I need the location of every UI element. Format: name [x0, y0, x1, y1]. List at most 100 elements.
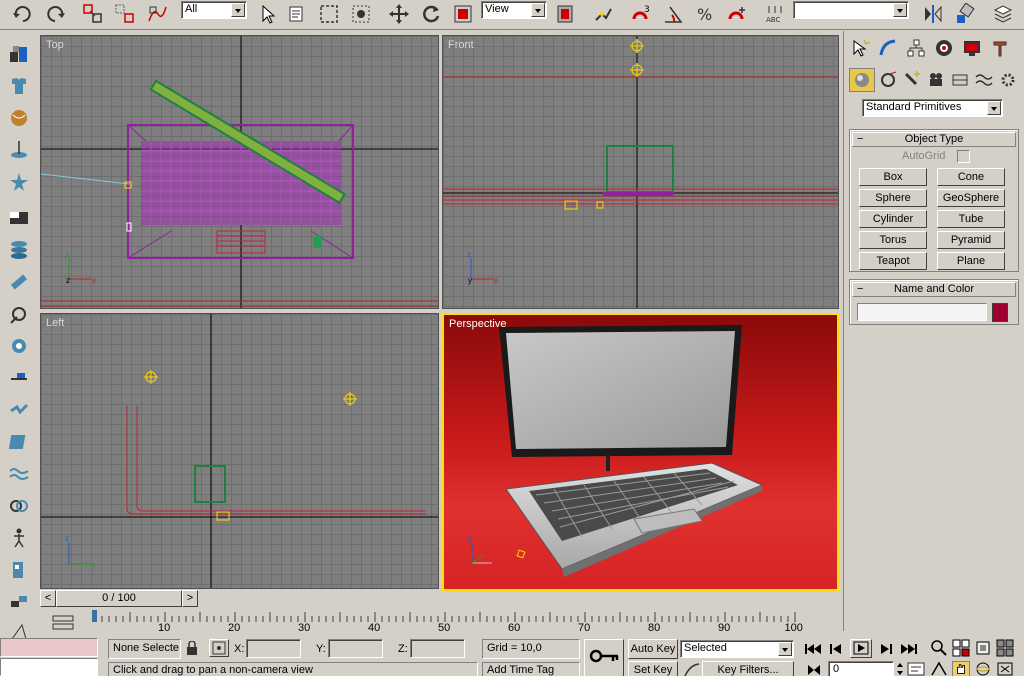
time-configuration-icon[interactable]: [906, 661, 926, 676]
spinner-snap-icon[interactable]: [724, 2, 750, 26]
lock-icon[interactable]: [186, 640, 198, 655]
field-of-view-icon[interactable]: [930, 661, 948, 676]
motion-tab-icon[interactable]: [931, 36, 957, 60]
move-icon[interactable]: [386, 2, 412, 26]
name-and-color-header[interactable]: − Name and Color: [852, 282, 1016, 297]
redo-icon[interactable]: [42, 2, 68, 26]
viewport-front[interactable]: Front z y x: [442, 35, 839, 309]
hierarchy-tab-icon[interactable]: [903, 36, 929, 60]
next-frame-icon[interactable]: [874, 641, 896, 657]
window-crossing-icon[interactable]: [348, 2, 374, 26]
rotate-icon[interactable]: [418, 2, 444, 26]
select-and-link-icon[interactable]: [80, 2, 106, 26]
add-time-tag-button[interactable]: Add Time Tag: [482, 662, 580, 676]
key-mode-toggle-icon[interactable]: [806, 663, 822, 676]
bind-to-space-warp-icon[interactable]: [144, 2, 170, 26]
scale-icon[interactable]: [450, 2, 476, 26]
pan-view-icon[interactable]: [952, 661, 970, 676]
edit-named-selections-icon[interactable]: ABC: [762, 2, 788, 26]
systems-category-icon[interactable]: [995, 68, 1021, 92]
maximize-viewport-icon[interactable]: [996, 661, 1014, 676]
motor-icon[interactable]: [6, 301, 32, 327]
pivot-center-icon[interactable]: [552, 2, 578, 26]
layer-manager-icon[interactable]: [990, 2, 1016, 26]
cloth-collection-icon[interactable]: [6, 73, 32, 99]
next-frame-button[interactable]: >: [182, 590, 198, 607]
snaps-toggle-icon[interactable]: 3: [628, 2, 654, 26]
set-key-button[interactable]: Set Key: [628, 661, 678, 676]
select-and-manipulate-icon[interactable]: [590, 2, 616, 26]
plane-icon[interactable]: [6, 205, 32, 231]
zoom-all-icon[interactable]: [952, 639, 970, 657]
object-type-header[interactable]: − Object Type: [852, 132, 1016, 147]
rectangular-selection-icon[interactable]: [316, 2, 342, 26]
select-by-name-icon[interactable]: [284, 2, 310, 26]
object-name-field[interactable]: [857, 303, 987, 321]
cone-button[interactable]: Cone: [937, 168, 1005, 186]
toy-car-icon[interactable]: [6, 365, 32, 391]
maxscript-listener-mini[interactable]: [0, 638, 98, 657]
viewport-top[interactable]: Top y z x: [40, 35, 439, 309]
angle-snap-icon[interactable]: [660, 2, 686, 26]
hinge-constraint-icon[interactable]: [6, 557, 32, 583]
selection-filter-dropdown[interactable]: All: [181, 1, 247, 19]
key-mode-dropdown[interactable]: Selected: [680, 640, 794, 658]
object-color-swatch[interactable]: [992, 303, 1008, 322]
mirror-icon[interactable]: [920, 2, 946, 26]
align-icon[interactable]: [952, 2, 978, 26]
arc-rotate-icon[interactable]: [974, 661, 992, 676]
z-coordinate-field[interactable]: [410, 639, 465, 658]
rope-collection-icon[interactable]: [6, 137, 32, 163]
torus-button[interactable]: Torus: [859, 231, 927, 249]
key-filters-button[interactable]: Key Filters...: [702, 661, 794, 676]
pyramid-button[interactable]: Pyramid: [937, 231, 1005, 249]
absolute-mode-transform-icon[interactable]: [209, 639, 229, 657]
wave-icon[interactable]: [6, 461, 32, 487]
constraint-solver-icon[interactable]: [6, 493, 32, 519]
autogrid-checkbox[interactable]: [957, 150, 970, 163]
geometry-category-icon[interactable]: [849, 68, 875, 92]
spring-icon[interactable]: [6, 237, 32, 263]
maxscript-input[interactable]: [0, 658, 98, 676]
previous-frame-icon[interactable]: [826, 641, 848, 657]
water-icon[interactable]: [6, 429, 32, 455]
create-tab-icon[interactable]: [847, 36, 873, 60]
unlink-selection-icon[interactable]: [112, 2, 138, 26]
go-to-start-icon[interactable]: [802, 641, 824, 657]
dashpot-icon[interactable]: [6, 269, 32, 295]
frame-spinner-icon[interactable]: [896, 661, 904, 676]
wind-icon[interactable]: [6, 333, 32, 359]
reference-coordinate-dropdown[interactable]: View: [481, 1, 547, 19]
zoom-extents-icon[interactable]: [974, 639, 992, 657]
helpers-category-icon[interactable]: [947, 68, 973, 92]
shapes-category-icon[interactable]: [875, 68, 901, 92]
open-mini-curve-editor-icon[interactable]: [50, 613, 76, 633]
display-tab-icon[interactable]: [959, 36, 985, 60]
undo-icon[interactable]: [10, 2, 36, 26]
rigid-body-collection-icon[interactable]: [6, 41, 32, 67]
cylinder-button[interactable]: Cylinder: [859, 210, 927, 228]
space-warps-category-icon[interactable]: [971, 68, 997, 92]
select-object-icon[interactable]: [254, 2, 280, 26]
time-slider-thumb[interactable]: 0 / 100: [56, 590, 182, 607]
point-to-point-icon[interactable]: [6, 589, 32, 615]
set-key-icon[interactable]: [584, 639, 624, 676]
y-coordinate-field[interactable]: [328, 639, 383, 658]
utilities-tab-icon[interactable]: [987, 36, 1013, 60]
zoom-extents-all-icon[interactable]: [996, 639, 1014, 657]
geosphere-button[interactable]: GeoSphere: [937, 189, 1005, 207]
current-frame-field[interactable]: 0: [828, 661, 894, 676]
sphere-button[interactable]: Sphere: [859, 189, 927, 207]
named-selection-sets-dropdown[interactable]: [793, 1, 909, 19]
viewport-left[interactable]: Left z y: [40, 313, 439, 589]
plane-button[interactable]: Plane: [937, 252, 1005, 270]
viewport-perspective[interactable]: Perspective z: [442, 313, 839, 591]
lights-category-icon[interactable]: [899, 68, 925, 92]
teapot-button[interactable]: Teapot: [859, 252, 927, 270]
object-category-dropdown[interactable]: Standard Primitives: [862, 99, 1003, 117]
zoom-icon[interactable]: [930, 639, 948, 657]
auto-key-button[interactable]: Auto Key: [628, 639, 678, 659]
fracture-icon[interactable]: [6, 397, 32, 423]
track-bar[interactable]: 10 20 30 40 50 60 70 80 90 100: [92, 610, 803, 636]
default-in-out-tangents-icon[interactable]: [684, 663, 700, 676]
